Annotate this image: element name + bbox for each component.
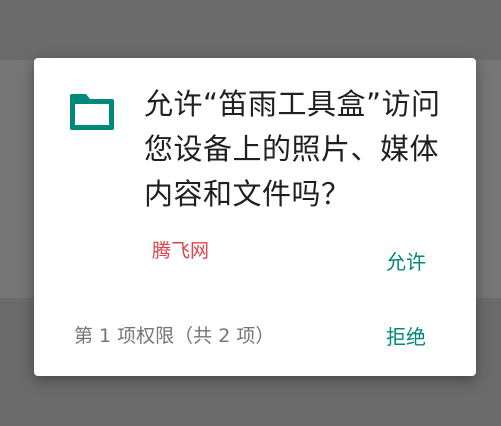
dialog-title: 允许“笛雨工具盒”访问您设备上的照片、媒体内容和文件吗？	[144, 87, 441, 211]
deny-button[interactable]: 拒绝	[386, 321, 426, 350]
folder-icon	[70, 94, 114, 130]
allow-button[interactable]: 允许	[386, 246, 426, 275]
watermark: 腾飞网	[152, 240, 210, 262]
permission-counter: 第 1 项权限（共 2 项）	[74, 325, 275, 347]
permission-dialog: 允许“笛雨工具盒”访问您设备上的照片、媒体内容和文件吗？ 腾飞网 允许 第 1 …	[34, 58, 476, 376]
